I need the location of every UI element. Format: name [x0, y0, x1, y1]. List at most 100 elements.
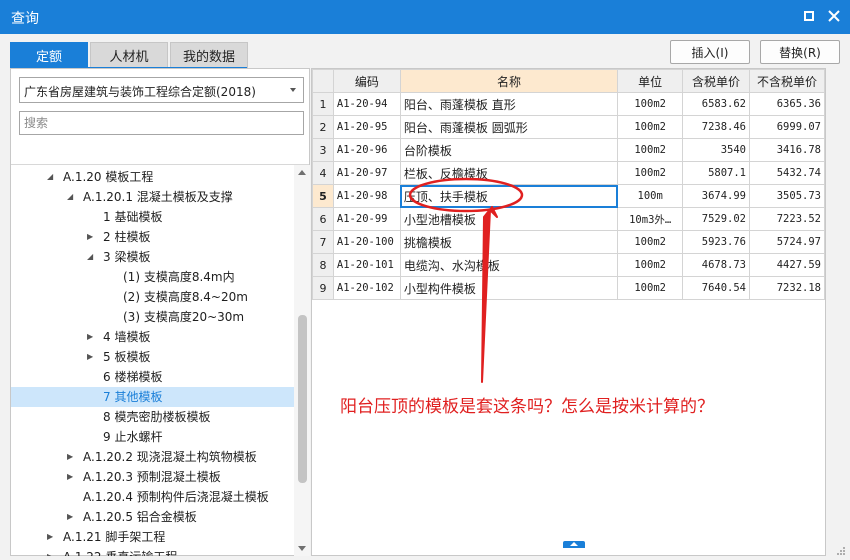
- table-row[interactable]: 3 A1-20-96 台阶模板 100m2 3540 3416.78: [312, 138, 825, 162]
- cell-price-without-tax[interactable]: 3505.73: [749, 184, 825, 208]
- resize-grip-icon[interactable]: [836, 546, 846, 556]
- table-row[interactable]: 2 A1-20-95 阳台、雨蓬模板 圆弧形 100m2 7238.46 6999.07: [312, 115, 825, 139]
- tree-scrollbar[interactable]: [294, 165, 310, 556]
- cell-name[interactable]: 挑檐模板: [399, 230, 619, 254]
- row-number[interactable]: 8: [312, 253, 334, 277]
- tab-my-data[interactable]: 我的数据: [170, 42, 248, 68]
- table-row[interactable]: 6 A1-20-99 小型池槽模板 10m3外… 7529.02 7223.52: [312, 207, 825, 231]
- maximize-button[interactable]: [800, 7, 818, 25]
- search-input[interactable]: [19, 111, 304, 135]
- cell-name[interactable]: 台阶模板: [399, 138, 619, 162]
- insert-button[interactable]: 插入(I): [670, 40, 750, 64]
- cell-code[interactable]: A1-20-99: [332, 207, 401, 231]
- tab-labor-materials[interactable]: 人材机: [90, 42, 168, 68]
- cell-name[interactable]: 阳台、雨蓬模板 直形: [399, 92, 619, 116]
- cell-unit[interactable]: 100m2: [617, 161, 684, 185]
- cell-price-without-tax[interactable]: 7223.52: [749, 207, 825, 231]
- cell-price-with-tax[interactable]: 3674.99: [682, 184, 751, 208]
- tab-quota[interactable]: 定额: [10, 42, 88, 68]
- tree-item[interactable]: ▶ A.1.20.3 预制混凝土模板: [11, 467, 294, 487]
- cell-price-without-tax[interactable]: 5724.97: [749, 230, 825, 254]
- tree-item[interactable]: 1 基础模板: [11, 207, 294, 227]
- tree-item[interactable]: ▶ 2 柱模板: [11, 227, 294, 247]
- tree-item[interactable]: ▶ 5 板模板: [11, 347, 294, 367]
- tree-item[interactable]: (1) 支模高度8.4m内: [11, 267, 294, 287]
- cell-unit[interactable]: 100m2: [617, 138, 684, 162]
- row-number[interactable]: 5: [312, 184, 334, 208]
- tree-collapsed-icon[interactable]: ▶: [87, 232, 93, 242]
- table-row[interactable]: 9 A1-20-102 小型构件模板 100m2 7640.54 7232.18: [312, 276, 825, 300]
- tree-collapsed-icon[interactable]: ▶: [67, 472, 73, 482]
- table-row[interactable]: 8 A1-20-101 电缆沟、水沟模板 100m2 4678.73 4427.59: [312, 253, 825, 277]
- cell-code[interactable]: A1-20-101: [332, 253, 401, 277]
- cell-code[interactable]: A1-20-96: [332, 138, 401, 162]
- row-number[interactable]: 6: [312, 207, 334, 231]
- tree-item[interactable]: ▶ A.1.20.5 铝合金模板: [11, 507, 294, 527]
- cell-name[interactable]: 阳台、雨蓬模板 圆弧形: [399, 115, 619, 139]
- cell-unit[interactable]: 100m2: [617, 92, 684, 116]
- cell-price-without-tax[interactable]: 6999.07: [749, 115, 825, 139]
- tree-collapsed-icon[interactable]: ▶: [67, 452, 73, 462]
- cell-code[interactable]: A1-20-102: [332, 276, 401, 300]
- tree-collapsed-icon[interactable]: ▶: [67, 512, 73, 522]
- cell-code[interactable]: A1-20-97: [332, 161, 401, 185]
- tree-item[interactable]: 8 模壳密肋楼板模板: [11, 407, 294, 427]
- table-row[interactable]: 1 A1-20-94 阳台、雨蓬模板 直形 100m2 6583.62 6365.36: [312, 92, 825, 116]
- tree-collapsed-icon[interactable]: ▶: [87, 352, 93, 362]
- cell-unit[interactable]: 100m2: [617, 230, 684, 254]
- cell-code[interactable]: A1-20-100: [332, 230, 401, 254]
- cell-name[interactable]: 小型构件模板: [399, 276, 619, 300]
- table-row[interactable]: 4 A1-20-97 栏板、反檐模板 100m2 5807.1 5432.74: [312, 161, 825, 185]
- tree-item[interactable]: ▶ 4 墙模板: [11, 327, 294, 347]
- tree-item[interactable]: ◢ A.1.20.1 混凝土模板及支撑: [11, 187, 294, 207]
- tree-expanded-icon[interactable]: ◢: [67, 192, 73, 202]
- cell-price-without-tax[interactable]: 6365.36: [749, 92, 825, 116]
- panel-collapse-handle[interactable]: [563, 541, 585, 548]
- tree-item[interactable]: (2) 支模高度8.4~20m: [11, 287, 294, 307]
- cell-name[interactable]: 小型池槽模板: [399, 207, 619, 231]
- cell-price-with-tax[interactable]: 5807.1: [682, 161, 751, 185]
- cell-price-with-tax[interactable]: 4678.73: [682, 253, 751, 277]
- table-row[interactable]: 5 A1-20-98 压顶、扶手模板 100m 3674.99 3505.73: [312, 184, 825, 208]
- cell-price-without-tax[interactable]: 7232.18: [749, 276, 825, 300]
- cell-price-with-tax[interactable]: 3540: [682, 138, 751, 162]
- cell-name[interactable]: 栏板、反檐模板: [399, 161, 619, 185]
- row-number[interactable]: 7: [312, 230, 334, 254]
- tree-item[interactable]: 6 楼梯模板: [11, 367, 294, 387]
- tree-item[interactable]: ◢ 3 梁模板: [11, 247, 294, 267]
- row-number[interactable]: 4: [312, 161, 334, 185]
- cell-price-without-tax[interactable]: 3416.78: [749, 138, 825, 162]
- row-number[interactable]: 3: [312, 138, 334, 162]
- replace-button[interactable]: 替换(R): [760, 40, 840, 64]
- scrollbar-thumb[interactable]: [298, 315, 307, 483]
- column-header-price-without-tax[interactable]: 不含税单价: [749, 69, 825, 93]
- row-number[interactable]: 9: [312, 276, 334, 300]
- cell-unit[interactable]: 100m: [617, 184, 684, 208]
- cell-code[interactable]: A1-20-98: [332, 184, 401, 208]
- tree-item[interactable]: (3) 支模高度20~30m: [11, 307, 294, 327]
- cell-unit[interactable]: 100m2: [617, 253, 684, 277]
- cell-name[interactable]: 电缆沟、水沟模板: [399, 253, 619, 277]
- tree-item[interactable]: ▶ A.1.22 垂直运输工程: [11, 547, 294, 556]
- table-row[interactable]: 7 A1-20-100 挑檐模板 100m2 5923.76 5724.97: [312, 230, 825, 254]
- scroll-up-icon[interactable]: [298, 170, 306, 175]
- cell-price-with-tax[interactable]: 7529.02: [682, 207, 751, 231]
- cell-price-without-tax[interactable]: 4427.59: [749, 253, 825, 277]
- cell-price-with-tax[interactable]: 7238.46: [682, 115, 751, 139]
- tree-item[interactable]: ▶ A.1.21 脚手架工程: [11, 527, 294, 547]
- column-header-name[interactable]: 名称: [399, 69, 619, 93]
- library-select[interactable]: 广东省房屋建筑与装饰工程综合定额(2018): [19, 77, 304, 103]
- cell-price-with-tax[interactable]: 6583.62: [682, 92, 751, 116]
- tree-collapsed-icon[interactable]: ▶: [47, 552, 53, 556]
- cell-code[interactable]: A1-20-94: [332, 92, 401, 116]
- scroll-down-icon[interactable]: [298, 546, 306, 551]
- tree-expanded-icon[interactable]: ◢: [87, 252, 93, 262]
- cell-name[interactable]: 压顶、扶手模板: [399, 184, 619, 208]
- row-number[interactable]: 2: [312, 115, 334, 139]
- column-header-code[interactable]: 编码: [332, 69, 401, 93]
- cell-unit[interactable]: 100m2: [617, 276, 684, 300]
- cell-price-without-tax[interactable]: 5432.74: [749, 161, 825, 185]
- tree-item[interactable]: ◢ A.1.20 模板工程: [11, 167, 294, 187]
- cell-unit[interactable]: 10m3外…: [617, 207, 684, 231]
- cell-price-with-tax[interactable]: 5923.76: [682, 230, 751, 254]
